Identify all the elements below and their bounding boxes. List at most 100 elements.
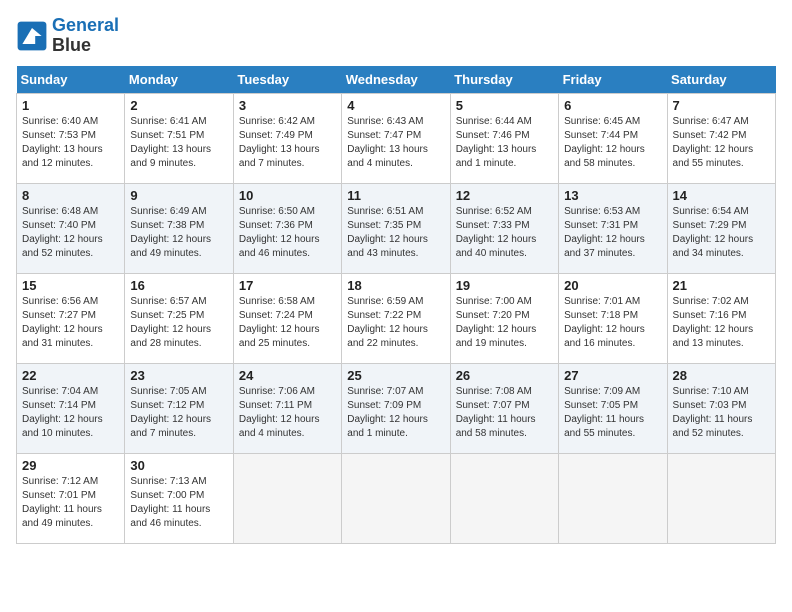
logo: GeneralBlue: [16, 16, 119, 56]
day-number: 2: [130, 98, 227, 113]
calendar-cell: 23 Sunrise: 7:05 AM Sunset: 7:12 PM Dayli…: [125, 363, 233, 453]
header-tuesday: Tuesday: [233, 66, 341, 94]
day-number: 18: [347, 278, 444, 293]
calendar-cell: 17 Sunrise: 6:58 AM Sunset: 7:24 PM Dayli…: [233, 273, 341, 363]
day-number: 19: [456, 278, 553, 293]
day-info: Sunrise: 7:13 AM Sunset: 7:00 PM Dayligh…: [130, 475, 227, 531]
calendar-cell: [559, 453, 667, 543]
week-row-5: 29Sunrise: 7:12 AM Sunset: 7:01 PM Dayli…: [17, 453, 776, 543]
calendar-cell: 8 Sunrise: 6:48 AM Sunset: 7:40 PM Daylig…: [17, 183, 125, 273]
calendar-cell: 5 Sunrise: 6:44 AM Sunset: 7:46 PM Daylig…: [450, 93, 558, 183]
calendar-cell: 14 Sunrise: 6:54 AM Sunset: 7:29 PM Dayli…: [667, 183, 775, 273]
day-number: 27: [564, 368, 661, 383]
day-number: 5: [456, 98, 553, 113]
day-info: Sunrise: 7:09 AM Sunset: 7:05 PM Dayligh…: [564, 385, 661, 441]
day-number: 8: [22, 188, 119, 203]
day-info: Sunrise: 6:48 AM Sunset: 7:40 PM Dayligh…: [22, 205, 119, 261]
day-info: Sunrise: 7:02 AM Sunset: 7:16 PM Dayligh…: [673, 295, 770, 351]
day-info: Sunrise: 7:04 AM Sunset: 7:14 PM Dayligh…: [22, 385, 119, 441]
header-wednesday: Wednesday: [342, 66, 450, 94]
day-info: Sunrise: 7:06 AM Sunset: 7:11 PM Dayligh…: [239, 385, 336, 441]
day-number: 10: [239, 188, 336, 203]
day-number: 12: [456, 188, 553, 203]
day-number: 20: [564, 278, 661, 293]
header-saturday: Saturday: [667, 66, 775, 94]
calendar-cell: 12Sunrise: 6:52 AM Sunset: 7:33 PM Dayli…: [450, 183, 558, 273]
logo-text: GeneralBlue: [52, 16, 119, 56]
calendar-cell: 6Sunrise: 6:45 AM Sunset: 7:44 PM Daylig…: [559, 93, 667, 183]
day-number: 1: [22, 98, 119, 113]
calendar-cell: 29Sunrise: 7:12 AM Sunset: 7:01 PM Dayli…: [17, 453, 125, 543]
day-info: Sunrise: 6:53 AM Sunset: 7:31 PM Dayligh…: [564, 205, 661, 261]
week-row-3: 15 Sunrise: 6:56 AM Sunset: 7:27 PM Dayli…: [17, 273, 776, 363]
day-number: 9: [130, 188, 227, 203]
day-info: Sunrise: 6:54 AM Sunset: 7:29 PM Dayligh…: [673, 205, 770, 261]
day-number: 21: [673, 278, 770, 293]
day-number: 13: [564, 188, 661, 203]
day-number: 6: [564, 98, 661, 113]
day-number: 22: [22, 368, 119, 383]
header-thursday: Thursday: [450, 66, 558, 94]
day-info: Sunrise: 6:59 AM Sunset: 7:22 PM Dayligh…: [347, 295, 444, 351]
day-number: 3: [239, 98, 336, 113]
calendar-cell: 7Sunrise: 6:47 AM Sunset: 7:42 PM Daylig…: [667, 93, 775, 183]
calendar-cell: 28Sunrise: 7:10 AM Sunset: 7:03 PM Dayli…: [667, 363, 775, 453]
header-friday: Friday: [559, 66, 667, 94]
day-number: 17: [239, 278, 336, 293]
calendar-cell: 16Sunrise: 6:57 AM Sunset: 7:25 PM Dayli…: [125, 273, 233, 363]
calendar-cell: 22 Sunrise: 7:04 AM Sunset: 7:14 PM Dayli…: [17, 363, 125, 453]
logo-icon: [16, 20, 48, 52]
day-info: Sunrise: 7:00 AM Sunset: 7:20 PM Dayligh…: [456, 295, 553, 351]
day-number: 11: [347, 188, 444, 203]
day-info: Sunrise: 7:01 AM Sunset: 7:18 PM Dayligh…: [564, 295, 661, 351]
day-info: Sunrise: 6:43 AM Sunset: 7:47 PM Dayligh…: [347, 115, 444, 171]
day-number: 23: [130, 368, 227, 383]
calendar-cell: 3 Sunrise: 6:42 AM Sunset: 7:49 PM Daylig…: [233, 93, 341, 183]
calendar-cell: [667, 453, 775, 543]
calendar-cell: 24 Sunrise: 7:06 AM Sunset: 7:11 PM Dayli…: [233, 363, 341, 453]
calendar-cell: [342, 453, 450, 543]
day-info: Sunrise: 6:41 AM Sunset: 7:51 PM Dayligh…: [130, 115, 227, 171]
calendar-cell: 19 Sunrise: 7:00 AM Sunset: 7:20 PM Dayli…: [450, 273, 558, 363]
day-info: Sunrise: 6:49 AM Sunset: 7:38 PM Dayligh…: [130, 205, 227, 261]
calendar-cell: 20 Sunrise: 7:01 AM Sunset: 7:18 PM Dayli…: [559, 273, 667, 363]
calendar-cell: [450, 453, 558, 543]
calendar-cell: 21 Sunrise: 7:02 AM Sunset: 7:16 PM Dayli…: [667, 273, 775, 363]
day-info: Sunrise: 6:40 AM Sunset: 7:53 PM Dayligh…: [22, 115, 119, 171]
calendar-cell: 10 Sunrise: 6:50 AM Sunset: 7:36 PM Dayli…: [233, 183, 341, 273]
day-info: Sunrise: 6:44 AM Sunset: 7:46 PM Dayligh…: [456, 115, 553, 171]
day-info: Sunrise: 6:58 AM Sunset: 7:24 PM Dayligh…: [239, 295, 336, 351]
day-info: Sunrise: 7:12 AM Sunset: 7:01 PM Dayligh…: [22, 475, 119, 531]
page-header: GeneralBlue: [16, 16, 776, 56]
calendar-cell: 27 Sunrise: 7:09 AM Sunset: 7:05 PM Dayli…: [559, 363, 667, 453]
day-info: Sunrise: 7:05 AM Sunset: 7:12 PM Dayligh…: [130, 385, 227, 441]
calendar-cell: 1 Sunrise: 6:40 AM Sunset: 7:53 PM Daylig…: [17, 93, 125, 183]
day-number: 24: [239, 368, 336, 383]
day-info: Sunrise: 7:07 AM Sunset: 7:09 PM Dayligh…: [347, 385, 444, 441]
calendar-cell: 11 Sunrise: 6:51 AM Sunset: 7:35 PM Dayli…: [342, 183, 450, 273]
day-number: 25: [347, 368, 444, 383]
calendar-cell: 18 Sunrise: 6:59 AM Sunset: 7:22 PM Dayli…: [342, 273, 450, 363]
header-monday: Monday: [125, 66, 233, 94]
calendar-table: SundayMondayTuesdayWednesdayThursdayFrid…: [16, 66, 776, 544]
day-info: Sunrise: 6:47 AM Sunset: 7:42 PM Dayligh…: [673, 115, 770, 171]
day-number: 4: [347, 98, 444, 113]
day-info: Sunrise: 7:08 AM Sunset: 7:07 PM Dayligh…: [456, 385, 553, 441]
day-number: 14: [673, 188, 770, 203]
day-number: 26: [456, 368, 553, 383]
day-number: 30: [130, 458, 227, 473]
day-number: 15: [22, 278, 119, 293]
week-row-4: 22 Sunrise: 7:04 AM Sunset: 7:14 PM Dayli…: [17, 363, 776, 453]
calendar-cell: 4 Sunrise: 6:43 AM Sunset: 7:47 PM Daylig…: [342, 93, 450, 183]
calendar-cell: [233, 453, 341, 543]
day-info: Sunrise: 7:10 AM Sunset: 7:03 PM Dayligh…: [673, 385, 770, 441]
day-info: Sunrise: 6:51 AM Sunset: 7:35 PM Dayligh…: [347, 205, 444, 261]
day-info: Sunrise: 6:42 AM Sunset: 7:49 PM Dayligh…: [239, 115, 336, 171]
day-info: Sunrise: 6:50 AM Sunset: 7:36 PM Dayligh…: [239, 205, 336, 261]
week-row-2: 8 Sunrise: 6:48 AM Sunset: 7:40 PM Daylig…: [17, 183, 776, 273]
calendar-cell: 30 Sunrise: 7:13 AM Sunset: 7:00 PM Dayli…: [125, 453, 233, 543]
calendar-cell: 9 Sunrise: 6:49 AM Sunset: 7:38 PM Daylig…: [125, 183, 233, 273]
day-info: Sunrise: 6:56 AM Sunset: 7:27 PM Dayligh…: [22, 295, 119, 351]
header-sunday: Sunday: [17, 66, 125, 94]
day-number: 16: [130, 278, 227, 293]
